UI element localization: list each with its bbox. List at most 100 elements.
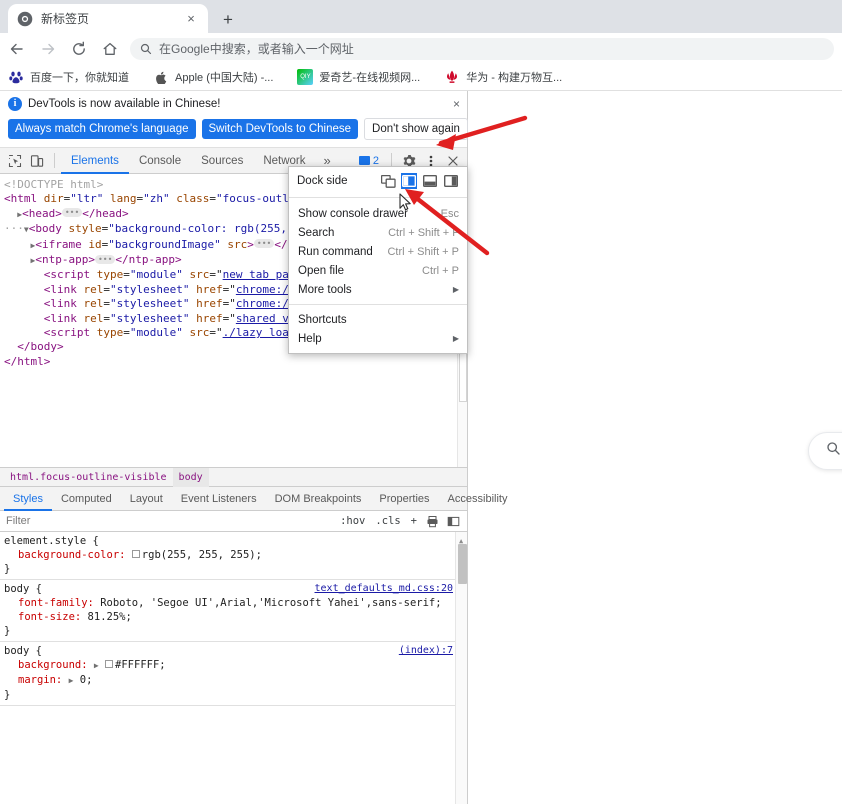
style-rule-selector[interactable]: body { [4, 583, 42, 595]
styles-scrollbar[interactable]: ▲ [455, 532, 467, 804]
collapsed-content-icon[interactable]: ••• [61, 208, 83, 218]
browser-chrome: 新标签页 × + 在Google中搜索，或者输入一个网址 百度一下，你就知道 A… [0, 0, 842, 91]
new-style-rule-button[interactable]: + [406, 515, 422, 527]
expand-triangle-icon[interactable]: ▶ [94, 661, 99, 670]
print-media-icon[interactable] [422, 515, 443, 528]
style-rule[interactable]: (index):7 body { background: ▶ #FFFFFF; m… [0, 642, 467, 707]
style-property-name[interactable]: background-color: [4, 548, 125, 562]
menu-item-show-console-drawer[interactable]: Show console drawer Esc [289, 204, 467, 223]
menu-item-more-tools[interactable]: More tools ▶ [289, 280, 467, 299]
style-property-value[interactable]: 81.25%; [88, 611, 132, 623]
breadcrumb-item-body[interactable]: body [172, 467, 209, 487]
tab-dom-breakpoints[interactable]: DOM Breakpoints [266, 487, 371, 511]
banner-close-icon[interactable]: × [453, 98, 460, 110]
menu-item-label: Run command [298, 245, 373, 258]
style-rule-selector[interactable]: element.style { [4, 535, 99, 547]
menu-item-run-command[interactable]: Run command Ctrl + Shift + P [289, 242, 467, 261]
styles-filter-input[interactable]: Filter [6, 515, 335, 527]
bookmark-item[interactable]: 百度一下，你就知道 [8, 69, 129, 85]
tab-title: 新标签页 [41, 12, 90, 26]
style-property-name[interactable]: font-size: [4, 610, 81, 624]
info-icon: i [8, 97, 22, 111]
menu-items: Show console drawer Esc Search Ctrl + Shift… [289, 200, 467, 353]
menu-item-open-file[interactable]: Open file Ctrl + P [289, 261, 467, 280]
dont-show-again-button[interactable]: Don't show again [364, 118, 468, 140]
dock-to-right-icon[interactable] [443, 173, 459, 189]
element-classes-button[interactable]: .cls [370, 515, 405, 527]
style-property-value[interactable]: 0; [80, 674, 93, 686]
style-rule[interactable]: element.style { background-color: rgb(25… [0, 532, 467, 581]
tab-styles[interactable]: Styles [4, 487, 52, 511]
inspect-element-icon[interactable] [4, 150, 26, 172]
computed-sidebar-icon[interactable] [443, 515, 464, 528]
back-button[interactable] [3, 35, 31, 63]
breadcrumb: html.focus-outline-visible body [0, 467, 467, 488]
tab-sources[interactable]: Sources [191, 148, 253, 174]
menu-item-label: Show console drawer [298, 207, 408, 220]
menu-item-shortcut: Esc [440, 207, 459, 220]
expand-triangle-icon[interactable]: ▶ [69, 676, 74, 685]
style-rule-close-brace: } [4, 689, 11, 702]
tab-computed[interactable]: Computed [52, 487, 121, 511]
style-property-name[interactable]: margin: [4, 673, 62, 687]
menu-item-search[interactable]: Search Ctrl + Shift + F [289, 223, 467, 242]
collapsed-content-icon[interactable]: ••• [253, 239, 275, 249]
new-tab-button[interactable]: + [216, 7, 240, 31]
chrome-logo-icon [17, 11, 33, 27]
submenu-arrow-icon: ▶ [452, 334, 459, 343]
style-rule[interactable]: text_defaults_md.css:20 body { font-famil… [0, 580, 467, 643]
bookmark-item[interactable]: Apple (中国大陆) -... [153, 69, 273, 85]
forward-button[interactable] [34, 35, 62, 63]
tab-strip: 新标签页 × + [0, 0, 842, 33]
tab-console[interactable]: Console [129, 148, 191, 174]
device-toolbar-icon[interactable] [26, 150, 48, 172]
overflow-dots: ··· [4, 222, 24, 236]
tab-layout[interactable]: Layout [121, 487, 172, 511]
tab-properties[interactable]: Properties [370, 487, 438, 511]
bookmark-label: 百度一下，你就知道 [30, 72, 129, 84]
undock-into-separate-window-icon[interactable] [380, 173, 396, 189]
style-property-value[interactable]: Roboto, 'Segoe UI',Arial,'Microsoft Yahe… [100, 597, 441, 609]
collapsed-content-icon[interactable]: ••• [94, 254, 116, 264]
style-property-value[interactable]: rgb(255, 255, 255); [142, 549, 262, 561]
bookmark-item[interactable]: QIY 爱奇艺-在线视频网... [297, 69, 420, 85]
color-swatch[interactable] [131, 550, 140, 559]
style-property-value[interactable]: #FFFFFF; [115, 659, 166, 671]
search-icon [826, 441, 841, 461]
address-bar[interactable]: 在Google中搜索，或者输入一个网址 [130, 37, 834, 60]
toggle-element-state-button[interactable]: :hov [335, 515, 370, 527]
switch-devtools-to-chinese-button[interactable]: Switch DevTools to Chinese [201, 119, 359, 139]
style-rules-list[interactable]: element.style { background-color: rgb(25… [0, 532, 467, 707]
menu-divider [289, 197, 467, 198]
menu-item-shortcut: Ctrl + P [422, 264, 459, 277]
home-button[interactable] [96, 35, 124, 63]
huawei-icon [444, 69, 460, 85]
browser-tab[interactable]: 新标签页 × [8, 4, 208, 33]
banner-buttons: Always match Chrome's language Switch De… [8, 118, 468, 140]
menu-item-help[interactable]: Help ▶ [289, 329, 467, 348]
dock-to-bottom-icon[interactable] [422, 173, 438, 189]
tab-accessibility[interactable]: Accessibility [439, 487, 517, 511]
dom-tree-row[interactable]: </html> [0, 355, 467, 369]
always-match-chrome-language-button[interactable]: Always match Chrome's language [8, 119, 196, 139]
reload-button[interactable] [65, 35, 93, 63]
tab-elements[interactable]: Elements [61, 148, 129, 174]
style-rule-origin[interactable]: (index):7 [399, 644, 453, 658]
style-property-name[interactable]: background: [4, 658, 88, 672]
dock-to-left-icon[interactable] [401, 173, 417, 189]
style-property-name[interactable]: font-family: [4, 596, 94, 610]
menu-item-shortcuts[interactable]: Shortcuts [289, 310, 467, 329]
breadcrumb-item-html[interactable]: html.focus-outline-visible [4, 468, 173, 487]
tab-close-icon[interactable]: × [183, 11, 199, 27]
color-swatch[interactable] [105, 660, 114, 669]
style-rule-origin[interactable]: text_defaults_md.css:20 [315, 582, 453, 596]
tab-event-listeners[interactable]: Event Listeners [172, 487, 266, 511]
baidu-icon [8, 69, 24, 85]
menu-item-shortcut: Ctrl + Shift + P [387, 245, 459, 258]
styles-rules-panel[interactable]: element.style { background-color: rgb(25… [0, 532, 467, 804]
issues-badge[interactable]: 2 [353, 155, 385, 167]
bookmark-item[interactable]: 华为 - 构建万物互... [444, 69, 562, 85]
style-rule-selector[interactable]: body { [4, 645, 42, 657]
ntp-search-box[interactable] [808, 432, 842, 470]
scrollbar-thumb[interactable] [458, 544, 467, 585]
